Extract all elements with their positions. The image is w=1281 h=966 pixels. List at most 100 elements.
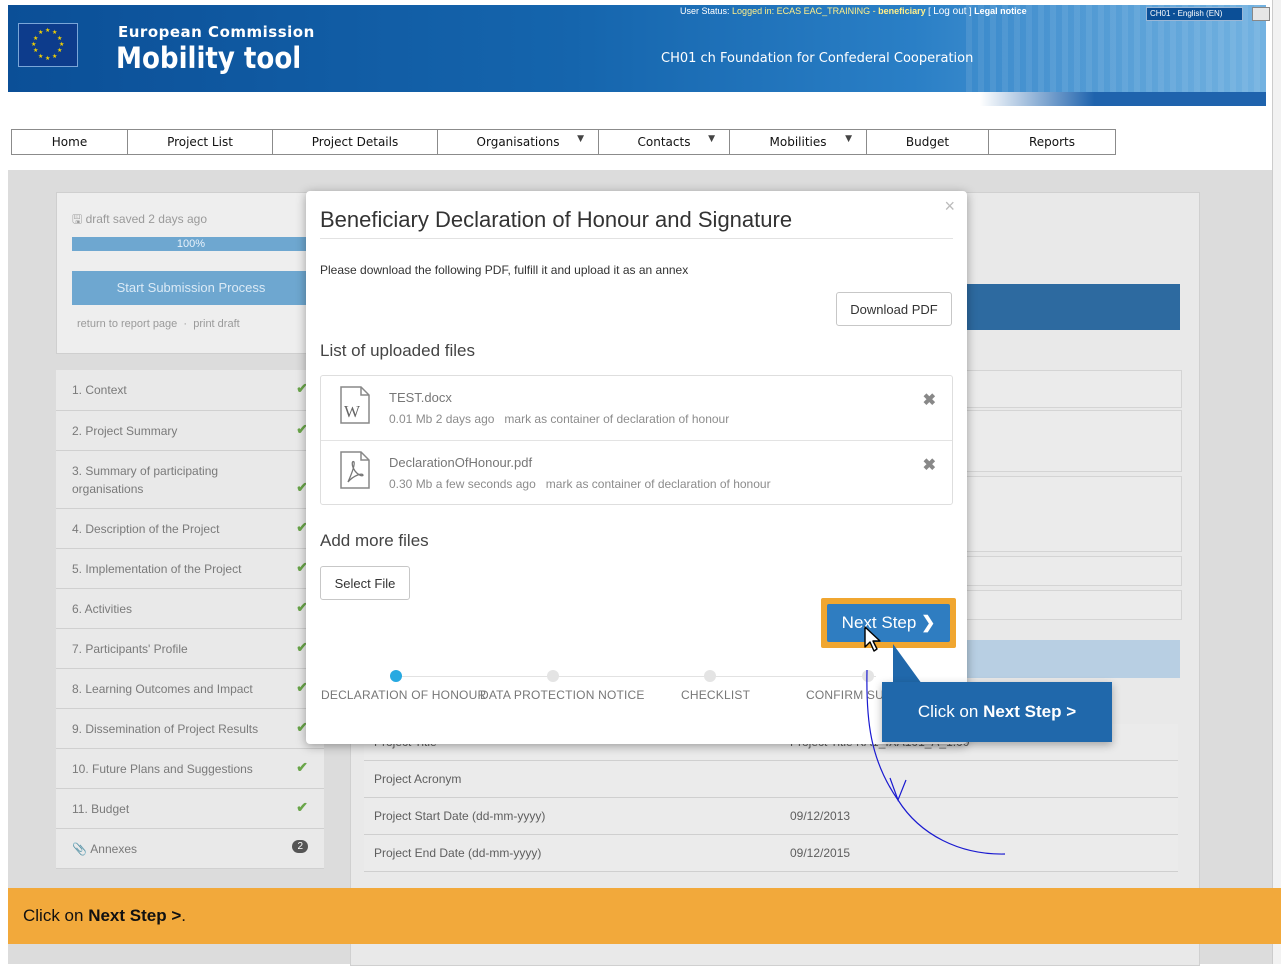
bracket-open: [ [928,6,931,16]
chevron-right-icon: ❯ [921,613,936,632]
content-block [955,556,1182,586]
eu-flag-logo: ★ ★ ★ ★ ★ ★ ★ ★ ★ ★ ★ ★ [18,23,78,67]
section-label: 7. Participants' Profile [72,641,188,656]
draft-links: return to report page · print draft [77,318,240,330]
progress-bar: 100% [72,237,310,251]
logout-link[interactable]: Log out [933,6,966,17]
section-label: 1. Context [72,383,127,397]
file-row: W TEST.docx 0.01 Mb 2 days ago mark as co… [321,376,952,439]
print-draft-link[interactable]: print draft [193,318,239,330]
file-name[interactable]: DeclarationOfHonour.pdf [389,455,532,470]
instruction-bar: Click on Next Step >. [8,888,1281,944]
table-row: Project End Date (dd-mm-yyyy) 09/12/2015 [364,835,1178,872]
wizard-step-label: DECLARATION OF HONOUR [321,688,487,702]
return-to-report-link[interactable]: return to report page [77,318,177,330]
wizard-progress-line [396,676,876,677]
file-row: DeclarationOfHonour.pdf 0.30 Mb a few se… [321,440,952,504]
section-item-annexes[interactable]: 📎 Annexes 2 [56,829,324,869]
nav-organisations[interactable]: Organisations ▼ [438,129,599,155]
uploaded-file-list: W TEST.docx 0.01 Mb 2 days ago mark as co… [320,375,953,505]
bracket-close: ] [969,6,972,16]
section-item[interactable]: 1. Context ✔ [56,370,324,411]
pdf-file-icon [340,451,370,489]
instruction-prefix: Click on [23,906,89,925]
section-label: 8. Learning Outcomes and Impact [72,681,253,696]
close-icon[interactable]: × [944,196,955,217]
nav-budget[interactable]: Budget [867,129,989,155]
project-info-table: Project TitleProject Title KA1_IXA101_A_… [364,724,1178,872]
check-icon: ✔ [296,759,308,775]
minimize-icon[interactable] [1252,7,1270,21]
callout-pointer [866,644,1006,855]
dropdown-caret-icon: ▼ [577,134,584,144]
content-block [955,590,1182,620]
tutorial-callout: Click on Next Step > [882,682,1112,742]
section-item[interactable]: 7. Participants' Profile ✔ [56,629,324,669]
nav-project-list[interactable]: Project List [128,129,273,155]
agency-name: European Commission [118,23,315,41]
nav-mobilities[interactable]: Mobilities ▼ [730,129,867,155]
nav-project-details[interactable]: Project Details [273,129,438,155]
dropdown-caret-icon: ▼ [708,134,715,144]
select-file-button[interactable]: Select File [320,566,410,600]
section-item[interactable]: 8. Learning Outcomes and Impact ✔ [56,669,324,709]
window-scrollbar[interactable] [1272,0,1281,964]
section-item[interactable]: 9. Dissemination of Project Results ✔ [56,709,324,749]
callout-bold: Next Step > [983,702,1077,721]
section-item[interactable]: 6. Activities ✔ [56,589,324,629]
legal-notice-link[interactable]: Legal notice [974,6,1027,16]
download-pdf-button[interactable]: Download PDF [836,292,952,326]
banner-accent-line [980,92,1266,106]
start-submission-button[interactable]: Start Submission Process [72,271,310,305]
save-icon: 🖫 [72,212,83,226]
file-name[interactable]: TEST.docx [389,390,452,405]
row-label: Project Acronym [374,772,462,786]
divider [320,238,953,239]
check-icon: ✔ [296,799,308,815]
section-label: 2. Project Summary [72,423,178,438]
wizard-step-dot-active [390,670,402,682]
mark-as-declaration-link[interactable]: mark as container of declaration of hono… [546,477,771,491]
section-item[interactable]: 11. Budget ✔ [56,789,324,829]
section-item[interactable]: 10. Future Plans and Suggestions ✔ [56,749,324,789]
content-header-bar [955,284,1180,330]
paperclip-icon: 📎 [72,841,87,856]
dropdown-caret-icon: ▼ [845,134,852,144]
section-item[interactable]: 4. Description of the Project ✔ [56,509,324,549]
content-block [955,410,1182,472]
header-banner: ★ ★ ★ ★ ★ ★ ★ ★ ★ ★ ★ ★ European Commiss… [8,5,1270,92]
nav-label: Reports [1028,135,1076,149]
row-label: Project Start Date (dd-mm-yyyy) [374,809,546,823]
file-age: 2 days ago [435,412,495,426]
section-item[interactable]: 2. Project Summary ✔ [56,411,324,451]
nav-label: Contacts [637,135,691,149]
organisation-name: CH01 ch Foundation for Confederal Cooper… [661,51,974,66]
wizard-step-label: DATA PROTECTION NOTICE [480,688,645,702]
file-size: 0.30 Mb [389,477,433,491]
mark-as-declaration-link[interactable]: mark as container of declaration of hono… [504,412,729,426]
nav-reports[interactable]: Reports [989,129,1116,155]
modal-title: Beneficiary Declaration of Honour and Si… [320,207,793,232]
file-age: a few seconds ago [435,477,536,491]
delete-file-icon[interactable]: ✖ [923,455,936,475]
user-status-bar: User Status: Logged in: ECAS EAC_TRAININ… [680,6,1027,17]
nav-label: Mobilities [769,135,827,149]
language-select[interactable]: CH01 - English (EN) [1146,7,1243,21]
row-value: 09/12/2013 [790,809,851,823]
content-block [955,370,1182,408]
nav-contacts[interactable]: Contacts ▼ [599,129,730,155]
nav-home[interactable]: Home [11,129,128,155]
section-item[interactable]: 3. Summary of participating organisation… [56,451,324,509]
delete-file-icon[interactable]: ✖ [923,390,936,410]
progress-label: 100% [176,238,206,250]
nav-label: Budget [905,135,950,149]
svg-text:W: W [344,402,361,421]
nav-label: Project Details [311,135,399,149]
section-item[interactable]: 5. Implementation of the Project ✔ [56,549,324,589]
content-block [955,476,1182,552]
user-status-label: User Status: [680,6,730,16]
section-label: 4. Description of the Project [72,521,220,536]
next-step-button[interactable]: Next Step ❯ [827,604,950,642]
row-label: Project End Date (dd-mm-yyyy) [374,846,542,860]
section-list: 1. Context ✔ 2. Project Summary ✔ 3. Summa… [56,370,324,869]
